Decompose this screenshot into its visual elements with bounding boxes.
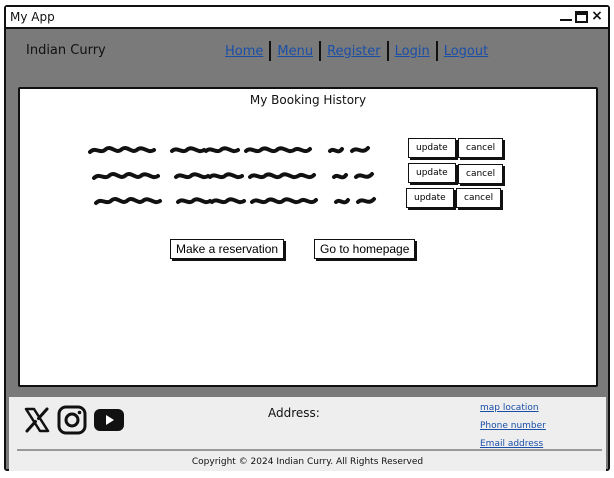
update-booking-button[interactable]: update	[408, 138, 456, 158]
title-bar: My App ×	[6, 7, 608, 29]
main-nav: Home Menu Register Login Logout	[219, 41, 494, 61]
nav-register[interactable]: Register	[321, 44, 387, 59]
booking-details-placeholder	[92, 172, 374, 180]
cancel-booking-button[interactable]: cancel	[458, 138, 504, 158]
app-body: Indian Curry Home Menu Register Login Lo…	[6, 29, 608, 471]
window-controls: ×	[559, 9, 604, 23]
maximize-icon[interactable]	[575, 10, 588, 23]
go-to-homepage-button[interactable]: Go to homepage	[314, 239, 416, 259]
booking-history-panel: My Booking History update cancel update …	[18, 87, 598, 387]
booking-details-placeholder	[94, 197, 376, 205]
make-reservation-button[interactable]: Make a reservation	[170, 239, 285, 259]
minimize-icon[interactable]	[559, 9, 573, 23]
update-booking-button[interactable]: update	[408, 163, 456, 183]
nav-home[interactable]: Home	[219, 44, 269, 59]
x-icon[interactable]	[23, 406, 51, 434]
nav-menu[interactable]: Menu	[271, 44, 319, 59]
footer: Address: map location Phone number Email…	[9, 397, 606, 471]
cancel-booking-button[interactable]: cancel	[456, 188, 502, 208]
map-location-link[interactable]: map location	[480, 401, 546, 415]
close-icon[interactable]: ×	[590, 9, 604, 23]
nav-login[interactable]: Login	[389, 44, 436, 59]
booking-details-placeholder	[88, 146, 370, 154]
instagram-icon[interactable]	[57, 405, 87, 435]
brand-name: Indian Curry	[26, 43, 106, 58]
contact-links: map location Phone number Email address	[480, 401, 546, 451]
cancel-booking-button[interactable]: cancel	[458, 164, 504, 184]
nav-logout[interactable]: Logout	[438, 44, 495, 59]
update-booking-button[interactable]: update	[406, 188, 454, 208]
app-window: My App × Indian Curry Home Menu Register…	[4, 5, 610, 471]
youtube-icon[interactable]	[93, 408, 125, 432]
window-title: My App	[10, 10, 55, 24]
address-label: Address:	[268, 406, 320, 420]
copyright-text: Copyright © 2024 Indian Curry. All Right…	[191, 457, 424, 467]
footer-divider	[17, 449, 602, 451]
phone-number-link[interactable]: Phone number	[480, 419, 546, 433]
social-links	[23, 405, 125, 435]
page-title: My Booking History	[249, 93, 367, 107]
